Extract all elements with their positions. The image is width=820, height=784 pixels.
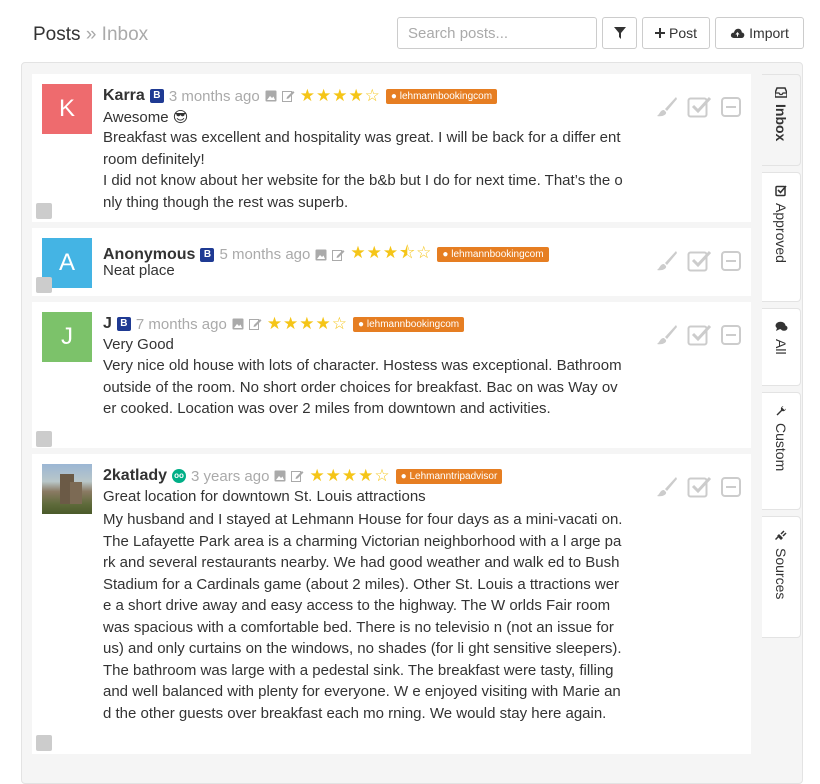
source-tag[interactable]: ● lehmannbookingcom: [385, 88, 498, 104]
edit-icon[interactable]: [248, 318, 262, 330]
tab-inbox-label: Inbox: [773, 104, 789, 142]
filter-icon: [613, 27, 626, 39]
dismiss-icon[interactable]: [721, 477, 741, 497]
post-title: Very Good: [103, 336, 174, 353]
add-post-button[interactable]: Post: [642, 17, 710, 49]
star-rating: ★★★★☆: [299, 86, 381, 105]
post-actions: [656, 324, 741, 346]
approve-icon[interactable]: [687, 250, 712, 272]
breadcrumb: Posts » Inbox: [33, 24, 148, 46]
avatar: [42, 464, 92, 514]
brush-icon[interactable]: [656, 250, 678, 272]
brush-icon[interactable]: [656, 324, 678, 346]
post-time: 7 months ago: [135, 315, 227, 333]
dismiss-icon[interactable]: [721, 251, 741, 271]
tab-approved[interactable]: Approved: [762, 172, 801, 302]
tab-all[interactable]: All: [762, 308, 801, 386]
booking-badge-icon: B: [200, 247, 215, 262]
plug-icon: [774, 530, 787, 541]
tripadvisor-owl-icon: oo: [172, 469, 187, 483]
star-rating: ★★★⯪☆: [350, 243, 433, 262]
tab-approved-label: Approved: [773, 203, 789, 263]
source-tag[interactable]: ● lehmannbookingcom: [353, 316, 465, 332]
import-button[interactable]: Import: [715, 17, 804, 49]
tab-sources[interactable]: Sources: [762, 516, 801, 638]
post-title: Neat place: [103, 262, 175, 279]
approve-icon[interactable]: [687, 96, 712, 118]
filter-button[interactable]: [602, 17, 637, 49]
post-actions: [656, 476, 741, 498]
post-time: 3 months ago: [168, 87, 260, 105]
select-checkbox[interactable]: [36, 735, 52, 751]
star-rating: ★★★★☆: [266, 314, 349, 333]
source-tag[interactable]: ● lehmannbookingcom: [437, 247, 549, 262]
tab-custom[interactable]: Custom: [762, 392, 801, 510]
select-checkbox[interactable]: [36, 203, 52, 219]
author-name[interactable]: J: [103, 315, 112, 333]
tab-inbox[interactable]: Inbox: [762, 74, 801, 166]
booking-badge-icon: B: [149, 89, 164, 103]
post-body: Breakfast was excellent and hospitality …: [103, 129, 623, 211]
avatar: K: [42, 84, 92, 134]
wrench-icon: [776, 406, 786, 416]
dismiss-icon[interactable]: [721, 325, 741, 345]
tab-all-label: All: [773, 339, 789, 355]
inbox-icon: [775, 87, 787, 98]
post-item: 2katlady oo 3 years ago ★★★★☆ ● Lehmannt…: [32, 454, 751, 754]
tab-custom-label: Custom: [773, 423, 789, 472]
image-icon[interactable]: [315, 249, 327, 261]
post-body: Very nice old house with lots of charact…: [103, 357, 622, 417]
breadcrumb-separator: »: [85, 24, 97, 45]
select-checkbox[interactable]: [36, 431, 52, 447]
edit-icon[interactable]: [291, 470, 304, 482]
tab-sources-label: Sources: [773, 548, 789, 600]
post-time: 3 years ago: [191, 467, 270, 485]
comments-icon: [775, 321, 787, 331]
brush-icon[interactable]: [656, 476, 678, 498]
breadcrumb-posts[interactable]: Posts: [33, 24, 81, 45]
plus-icon: [654, 28, 665, 38]
edit-icon[interactable]: [281, 90, 295, 102]
approve-icon[interactable]: [687, 476, 712, 498]
check-square-icon: [775, 185, 787, 197]
booking-badge-icon: B: [116, 317, 131, 331]
approve-icon[interactable]: [687, 324, 712, 346]
avatar: J: [42, 312, 92, 362]
post-body: My husband and I stayed at Lehmann House…: [103, 511, 623, 722]
source-tag[interactable]: ● Lehmanntripadvisor: [395, 468, 503, 484]
post-time: 5 months ago: [219, 246, 311, 263]
cloud-upload-icon: [731, 28, 745, 38]
post-title: Awesome 😎: [103, 109, 189, 126]
post-actions: [656, 250, 741, 272]
post-item: A Anonymous B 5 months ago ★★★⯪☆ ● lehma…: [32, 228, 751, 296]
image-icon[interactable]: [232, 318, 244, 330]
post-item: K Karra B 3 months ago ★★★★☆ ● lehmannbo…: [32, 74, 751, 222]
post-title: Great location for downtown St. Louis at…: [103, 488, 426, 505]
dismiss-icon[interactable]: [721, 97, 741, 117]
breadcrumb-inbox: Inbox: [101, 24, 149, 45]
author-name[interactable]: Karra: [103, 87, 145, 105]
import-label: Import: [749, 25, 789, 41]
edit-icon[interactable]: [332, 249, 345, 261]
author-name[interactable]: Anonymous: [103, 246, 195, 264]
select-checkbox[interactable]: [36, 277, 52, 293]
search-input[interactable]: [397, 17, 597, 49]
post-actions: [656, 96, 741, 118]
add-post-label: Post: [668, 25, 697, 41]
author-name[interactable]: 2katlady: [103, 467, 167, 485]
star-rating: ★★★★☆: [309, 466, 391, 485]
image-icon[interactable]: [265, 90, 277, 102]
image-icon[interactable]: [274, 470, 286, 482]
brush-icon[interactable]: [656, 96, 678, 118]
post-item: J J B 7 months ago ★★★★☆ ● lehmannbookin…: [32, 302, 751, 448]
